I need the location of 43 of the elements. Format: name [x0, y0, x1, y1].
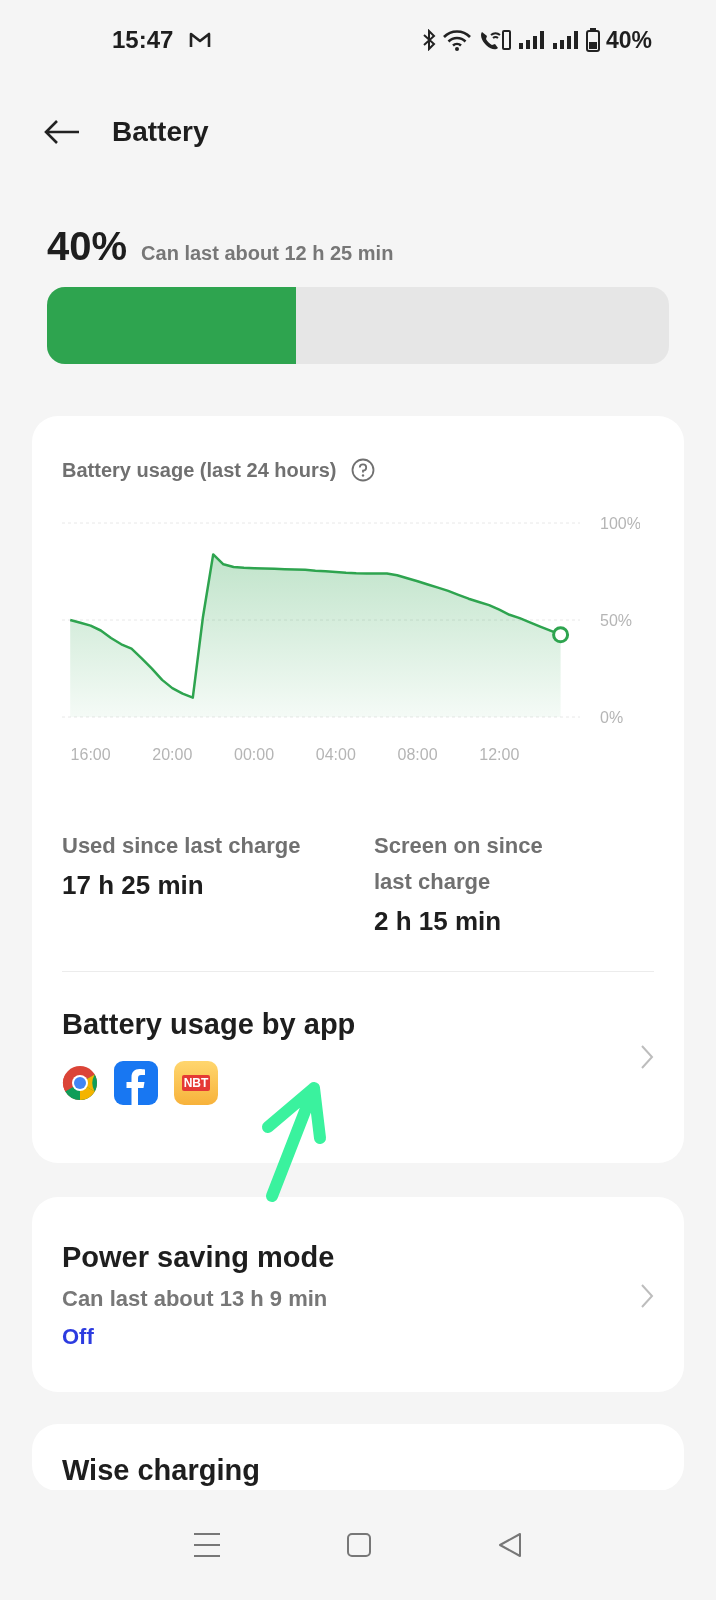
setting-subtitle: Can last about 13 h 9 min: [62, 1286, 329, 1312]
setting-title: Wise charging: [62, 1454, 261, 1487]
back-triangle-icon[interactable]: [497, 1532, 524, 1558]
axis-label: 50%: [600, 612, 633, 629]
back-arrow-icon[interactable]: [44, 119, 80, 145]
menu-icon[interactable]: [192, 1532, 221, 1558]
home-square-icon[interactable]: [346, 1532, 372, 1558]
axis-label: 08:00: [397, 746, 438, 763]
axis-label: 20:00: [152, 746, 193, 763]
axis-label: 04:00: [315, 746, 356, 763]
settings-card[interactable]: Wise charging: [32, 1424, 684, 1490]
clock: 15:47: [112, 26, 174, 54]
chrome-icon: [62, 1065, 98, 1101]
bluetooth-icon: [421, 29, 436, 51]
stat-label: Used since last charge: [62, 832, 302, 860]
battery-percentage: 40%: [605, 26, 652, 54]
time-estimate: Can last about 12 h 25 min: [141, 242, 394, 265]
axis-label: 100%: [600, 515, 640, 532]
stat-value: 2 h 15 min: [374, 906, 503, 937]
mail-icon: [189, 31, 212, 49]
battery-percent: 40%: [47, 224, 128, 269]
wifi-icon: [441, 29, 472, 51]
facebook-icon: [114, 1061, 158, 1105]
app-usage-title[interactable]: Battery usage by app: [62, 1008, 640, 1041]
setting-title: Power saving mode: [62, 1241, 336, 1274]
end-point-marker: [552, 626, 570, 644]
axis-label: 12:00: [479, 746, 520, 763]
news-app-icon: NBT: [174, 1061, 218, 1105]
stat-label: Screen on since last charge: [374, 832, 544, 896]
chevron-right-icon: [640, 1282, 654, 1309]
chevron-right-icon: [640, 1043, 654, 1070]
signal-icon: [517, 30, 546, 50]
help-icon[interactable]: [350, 458, 375, 482]
setting-status: Off: [62, 1324, 95, 1350]
power-saving-card[interactable]: Power saving mode Can last about 13 h 9 min Off: [32, 1197, 684, 1392]
chart-title: Battery usage (last 24 hours): [62, 458, 337, 482]
signal-icon: [551, 30, 580, 50]
axis-label: 00:00: [234, 746, 275, 763]
axis-label: 0%: [600, 709, 624, 726]
battery-icon: [585, 28, 600, 52]
axis-label: 16:00: [70, 746, 111, 763]
page-title: Battery: [112, 116, 209, 148]
stat-value: 17 h 25 min: [62, 870, 205, 901]
